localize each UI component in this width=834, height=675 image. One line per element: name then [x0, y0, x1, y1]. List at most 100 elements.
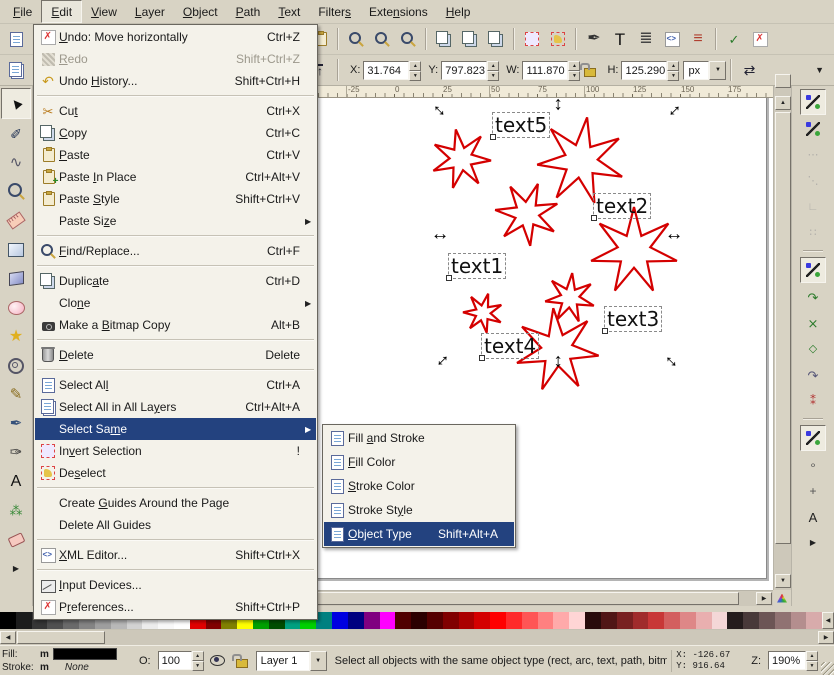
spin-down-icon[interactable]: ▼ [806, 661, 818, 671]
menu-item-clone[interactable]: Clone▶ [35, 292, 316, 314]
spin-down-icon[interactable]: ▼ [192, 661, 204, 671]
spin-up-icon[interactable]: ▲ [806, 651, 818, 661]
star-shape[interactable] [433, 130, 491, 188]
menu-item-cut[interactable]: ✂CutCtrl+X [35, 100, 316, 122]
palette-swatch[interactable] [727, 612, 743, 629]
layer-lock-button[interactable] [232, 651, 252, 671]
palette-swatch[interactable] [364, 612, 380, 629]
selection-scale-handle[interactable]: ↔ [665, 225, 684, 244]
palette-swatch[interactable] [680, 612, 696, 629]
menu-item-redo[interactable]: RedoShift+Ctrl+Z [35, 48, 316, 70]
star-shape[interactable] [495, 184, 557, 246]
spin-down-icon[interactable]: ▼ [409, 71, 421, 81]
palette-swatch[interactable] [380, 612, 396, 629]
snap-bbox-edges-button[interactable]: ⋯ [801, 143, 825, 167]
text-object[interactable]: text5 [492, 112, 550, 138]
measure-tool[interactable] [2, 206, 30, 235]
menu-item-select-same[interactable]: Select Same▶ [35, 418, 316, 440]
menu-item-paste-in-place[interactable]: Paste In PlaceCtrl+Alt+V [35, 166, 316, 188]
palette-swatch[interactable] [348, 612, 364, 629]
chevron-down-icon[interactable]: ▼ [709, 61, 726, 80]
palette-swatch[interactable] [316, 612, 332, 629]
menu-item-deselect[interactable]: Deselect [35, 462, 316, 484]
palette-swatch[interactable] [712, 612, 728, 629]
palette-swatch[interactable] [617, 612, 633, 629]
spin-down-icon[interactable]: ▼ [667, 71, 679, 81]
scroll-right-icon[interactable]: ▶ [756, 592, 772, 605]
spiral-tool[interactable] [2, 351, 30, 380]
palette-swatch[interactable] [474, 612, 490, 629]
snap-bounding-box-button[interactable] [801, 117, 825, 141]
palette-swatch[interactable] [0, 612, 16, 629]
palette-swatch[interactable] [633, 612, 649, 629]
palette-swatch[interactable] [743, 612, 759, 629]
fill-stroke-dialog-button[interactable]: ✒ [581, 26, 607, 52]
selector-tool[interactable]: ▲ [1, 88, 31, 119]
layer-visibility-button[interactable] [208, 651, 228, 671]
scroll-down-icon[interactable]: ▼ [775, 574, 791, 588]
text-object[interactable]: text3 [604, 306, 662, 332]
ungroup-button[interactable] [545, 26, 571, 52]
toolbar-overflow-arrow[interactable]: ▼ [815, 65, 824, 75]
menu-item-delete[interactable]: DeleteDelete [35, 344, 316, 366]
palette-swatch[interactable] [411, 612, 427, 629]
calligraphy-tool[interactable]: ✑ [2, 438, 30, 467]
snap-text-baseline-button[interactable]: A [801, 505, 825, 529]
eraser-tool[interactable] [2, 525, 30, 554]
menu-item-same-stroke-style[interactable]: Stroke Style [324, 498, 514, 522]
menu-item-create-guides[interactable]: Create Guides Around the Page [35, 492, 316, 514]
zoom-drawing-button[interactable] [369, 26, 395, 52]
chevron-down-icon[interactable]: ▼ [310, 651, 327, 671]
select-all-button[interactable] [3, 57, 29, 83]
tweak-tool[interactable]: ∿ [2, 148, 30, 177]
palette-swatch[interactable] [806, 612, 822, 629]
star-tool[interactable]: ★ [2, 322, 30, 351]
unlink-clone-button[interactable] [483, 26, 509, 52]
snapbar-overflow-button[interactable]: ▶ [801, 531, 825, 555]
menu-item-duplicate[interactable]: DuplicateCtrl+D [35, 270, 316, 292]
snap-line-midpoints-button[interactable]: ⁑ [801, 389, 825, 413]
selection-scale-handle[interactable]: ↔ [431, 225, 450, 244]
star-shape[interactable] [591, 207, 677, 291]
zoom-tool[interactable] [2, 177, 30, 206]
menu-view[interactable]: View [82, 0, 126, 23]
palette-swatch[interactable] [16, 612, 32, 629]
menu-item-select-all-layers[interactable]: Select All in All LayersCtrl+Alt+A [35, 396, 316, 418]
fill-swatch[interactable] [53, 648, 117, 660]
palette-swatch[interactable] [459, 612, 475, 629]
menu-item-paste-style[interactable]: Paste StyleShift+Ctrl+V [35, 188, 316, 210]
palette-scrollbar[interactable]: ◀ ▶ [0, 629, 834, 645]
menu-item-paste-size[interactable]: Paste Size▶ [35, 210, 316, 232]
palette-swatch[interactable] [332, 612, 348, 629]
palette-scroll-thumb[interactable] [17, 631, 105, 644]
selection-scale-handle[interactable]: ↕ [553, 98, 563, 114]
menu-item-same-stroke-color[interactable]: Stroke Color [324, 474, 514, 498]
palette-swatch[interactable] [775, 612, 791, 629]
palette-scroll-right-icon[interactable]: ▶ [818, 631, 834, 644]
palette-swatch[interactable] [538, 612, 554, 629]
palette-swatch[interactable] [791, 612, 807, 629]
xml-editor-dialog-button[interactable] [659, 26, 685, 52]
menu-item-undo-history[interactable]: ↶Undo History...Shift+Ctrl+H [35, 70, 316, 92]
duplicate-button[interactable] [431, 26, 457, 52]
palette-swatch[interactable] [664, 612, 680, 629]
menu-item-same-fill-and-stroke[interactable]: Fill and Stroke [324, 426, 514, 450]
spin-up-icon[interactable]: ▲ [409, 61, 421, 71]
snap-nodes-button[interactable] [800, 257, 826, 283]
snap-bbox-edge-midpoints-button[interactable]: ∟ [801, 195, 825, 219]
palette-swatch[interactable] [696, 612, 712, 629]
rectangle-tool[interactable] [2, 235, 30, 264]
box3d-tool[interactable] [2, 264, 30, 293]
menu-item-same-fill-color[interactable]: Fill Color [324, 450, 514, 474]
spray-tool[interactable]: ⁂ [2, 496, 30, 525]
create-clone-button[interactable] [457, 26, 483, 52]
palette-swatch[interactable] [522, 612, 538, 629]
palette-prev-icon[interactable]: ◀ [822, 612, 834, 629]
palette-swatch[interactable] [427, 612, 443, 629]
menu-item-make-bitmap-copy[interactable]: Make a Bitmap CopyAlt+B [35, 314, 316, 336]
snap-others-button[interactable] [800, 425, 826, 451]
group-button[interactable] [519, 26, 545, 52]
zoom-spinner[interactable]: 190%▲▼ [768, 651, 818, 670]
menu-text[interactable]: Text [269, 0, 309, 23]
menu-item-undo[interactable]: Undo: Move horizontallyCtrl+Z [35, 26, 316, 48]
